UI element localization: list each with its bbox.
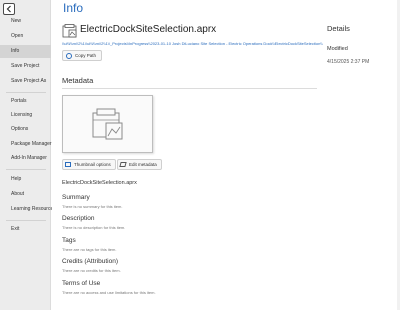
sidebar-item-save-project[interactable]: Save Project [0,60,51,73]
sidebar-item-options[interactable]: Options [0,123,51,136]
edit-metadata-label: Edit metadata [129,162,157,167]
back-button[interactable] [3,3,15,15]
sidebar-item-add-in-manager[interactable]: Add-In Manager [0,152,51,165]
image-icon [65,162,71,167]
thumbnail-preview [62,95,153,153]
metadata-heading: Metadata [62,76,94,85]
summary-heading: Summary [62,194,90,201]
sidebar-item-new[interactable]: New [0,15,51,28]
sidebar-item-info[interactable]: Info [0,45,51,58]
sidebar-item-open[interactable]: Open [0,30,51,43]
sidebar-divider [6,92,46,93]
project-file-path[interactable]: \\ul\\l\\m\\2\\1\\ul\\l\\m\\2\\1\\_Proje… [62,41,327,46]
summary-text: There is no summary for this item. [62,204,123,209]
copy-path-icon [66,52,72,59]
sidebar-item-licensing[interactable]: Licensing [0,109,51,122]
credits-heading: Credits (Attribution) [62,258,118,265]
sidebar-divider [6,169,46,170]
tags-text: There are no tags for this item. [62,247,117,252]
modified-value: 4/15/2025 2:37 PM [327,59,370,65]
sidebar-item-save-project-as[interactable]: Save Project As [0,75,51,88]
terms-of-use-heading: Terms of Use [62,280,101,287]
pencil-icon [119,162,127,167]
project-file-name: ElectricDockSiteSelection.aprx [80,24,217,35]
page-title: Info [63,1,84,15]
sidebar-item-about[interactable]: About [0,188,51,201]
description-heading: Description [62,215,95,222]
metadata-item-name: ElectricDockSiteSelection.aprx [62,180,137,186]
edit-metadata-button[interactable]: Edit metadata [117,159,162,170]
thumbnail-options-button[interactable]: Thumbnail options [62,159,116,170]
sidebar-item-portals[interactable]: Portals [0,95,51,108]
back-arrow-icon [6,5,11,13]
details-heading: Details [327,24,350,33]
copy-path-label: Copy Path [75,52,97,58]
project-file-icon [62,24,77,38]
info-panel: Info ElectricDockSiteSelection.aprx \\ul… [52,0,400,310]
modified-label: Modified [327,46,348,52]
terms-of-use-text: There are no access and use limitations … [62,290,156,295]
metadata-divider [62,88,317,89]
tags-heading: Tags [62,237,76,244]
sidebar-item-package-manager[interactable]: Package Manager [0,138,52,151]
sidebar-item-exit[interactable]: Exit [0,223,51,236]
backstage-sidebar: New Open Info Save Project Save Project … [0,0,56,310]
sidebar-divider [6,220,46,221]
sidebar-item-learning-resources[interactable]: Learning Resources [0,203,56,216]
copy-path-button[interactable]: Copy Path [62,50,103,61]
thumbnail-options-label: Thumbnail options [74,162,111,167]
credits-text: There are no credits for this item. [62,268,121,273]
sidebar-item-help[interactable]: Help [0,173,51,186]
thumbnail-placeholder-icon [92,108,123,140]
description-text: There is no description for this item. [62,225,126,230]
